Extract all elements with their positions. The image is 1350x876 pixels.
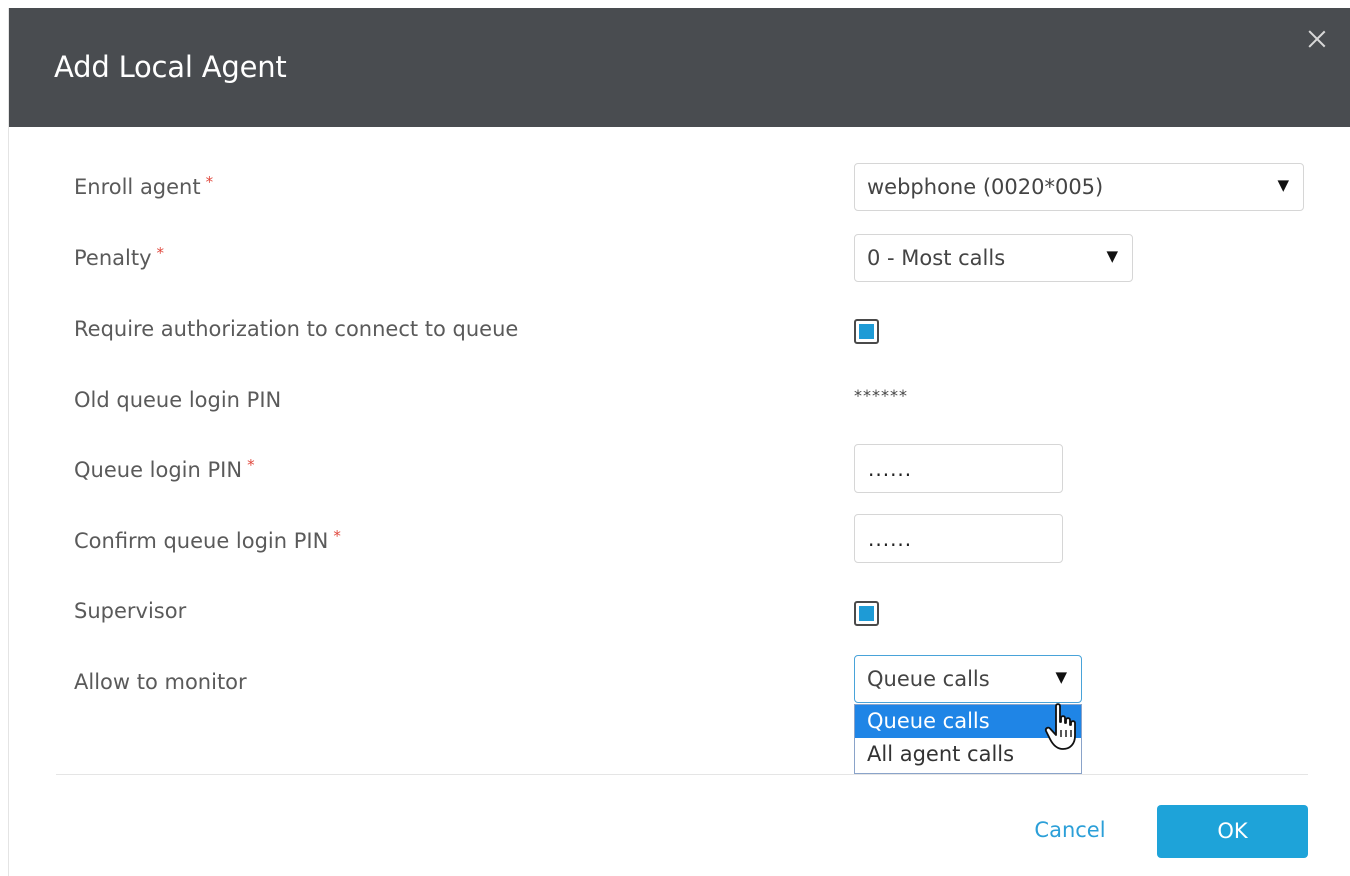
confirm-pin-field[interactable] — [854, 514, 1063, 563]
old-pin-value: ****** — [854, 386, 908, 405]
penalty-select[interactable]: 0 - Most calls ▼ — [854, 234, 1133, 282]
allow-to-monitor-label: Allow to monitor — [74, 670, 247, 694]
queue-pin-label-text: Queue login PIN — [74, 458, 243, 482]
chevron-down-icon: ▼ — [1277, 176, 1289, 194]
checkbox-checked-mark — [859, 324, 874, 339]
ok-button[interactable]: OK — [1157, 805, 1308, 858]
dialog-title: Add Local Agent — [54, 50, 287, 84]
queue-pin-label: Queue login PIN * — [74, 456, 255, 482]
penalty-label-text: Penalty — [74, 246, 152, 270]
required-marker: * — [205, 173, 214, 191]
chevron-down-icon: ▼ — [1106, 247, 1118, 265]
queue-pin-field[interactable] — [854, 444, 1063, 493]
require-authorization-label: Require authorization to connect to queu… — [74, 317, 519, 341]
allow-to-monitor-value: Queue calls — [867, 667, 990, 691]
cancel-button[interactable]: Cancel — [1014, 805, 1126, 855]
penalty-value: 0 - Most calls — [867, 246, 1006, 270]
confirm-pin-input[interactable] — [855, 515, 1062, 562]
enroll-agent-value: webphone (0020*005) — [867, 175, 1104, 199]
queue-pin-input[interactable] — [855, 445, 1062, 492]
penalty-label: Penalty * — [74, 244, 165, 270]
allow-to-monitor-select[interactable]: Queue calls ▼ — [854, 655, 1082, 703]
close-icon[interactable] — [1305, 27, 1329, 51]
checkbox-checked-mark — [859, 606, 874, 621]
add-local-agent-dialog: Add Local Agent Enroll agent * webphone (… — [8, 8, 1350, 876]
required-marker: * — [247, 456, 255, 474]
required-marker: * — [333, 527, 341, 545]
supervisor-checkbox[interactable] — [854, 601, 879, 626]
old-pin-label: Old queue login PIN — [74, 388, 282, 412]
enroll-agent-label: Enroll agent * — [74, 173, 214, 199]
confirm-pin-label: Confirm queue login PIN * — [74, 527, 341, 553]
enroll-agent-label-text: Enroll agent — [74, 175, 201, 199]
supervisor-label: Supervisor — [74, 599, 187, 623]
dialog-header: Add Local Agent — [9, 8, 1350, 127]
require-authorization-checkbox[interactable] — [854, 319, 879, 344]
enroll-agent-select[interactable]: webphone (0020*005) ▼ — [854, 163, 1304, 211]
required-marker: * — [156, 244, 165, 262]
hand-pointer-icon — [1044, 703, 1076, 750]
chevron-down-icon: ▼ — [1055, 668, 1067, 686]
confirm-pin-label-text: Confirm queue login PIN — [74, 529, 329, 553]
footer-divider — [56, 774, 1308, 775]
